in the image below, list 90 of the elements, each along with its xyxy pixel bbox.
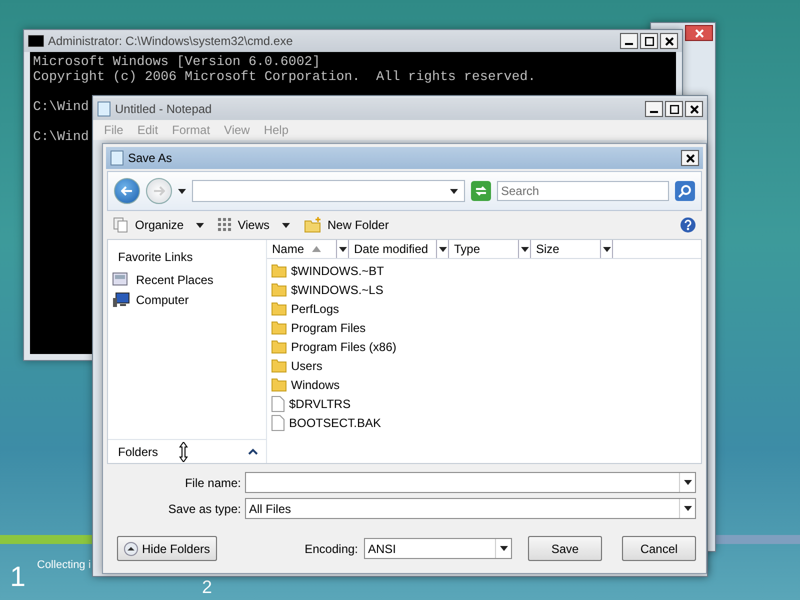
folder-icon [271,320,287,335]
new-folder-icon [304,217,322,233]
folder-icon [271,282,287,297]
refresh-button[interactable] [471,181,491,201]
close-button[interactable] [685,101,703,117]
close-icon [690,104,698,114]
folder-list-entry[interactable]: PerfLogs [271,299,697,318]
column-header[interactable]: Type [449,240,531,258]
notepad-icon [110,150,124,166]
step-number: 2 [202,578,212,596]
encoding-combo[interactable]: ANSI [364,538,512,559]
folder-list-entry[interactable]: Program Files [271,318,697,337]
search-button[interactable] [675,181,695,201]
folder-list-entry[interactable]: $DRVLTRS [271,394,697,413]
favorite-link[interactable]: Recent Places [108,270,266,290]
document-icon [271,396,285,412]
search-icon [678,184,692,198]
folder-icon [271,358,287,373]
column-header[interactable]: Size [531,240,613,258]
history-caret-icon [178,188,186,194]
folder-list-entry[interactable]: Users [271,356,697,375]
caret-icon [450,188,458,194]
console-line: C:\Wind [33,129,89,144]
pages-icon [113,217,129,233]
grid-icon [218,218,232,232]
toolbar-button[interactable]: Views [218,218,290,232]
folder-list-entry[interactable]: BOOTSECT.BAK [271,413,697,432]
folder-list-entry[interactable]: Windows [271,375,697,394]
favorite-link[interactable]: Computer [108,290,266,310]
caret-icon [684,506,692,511]
close-icon [686,154,694,162]
field-label: File name: [184,476,241,490]
dialog-button[interactable]: Save [528,536,602,561]
dialog-button[interactable]: Cancel [622,536,696,561]
toolbar-button[interactable]: Organize [113,217,204,233]
forward-arrow-icon [153,186,165,196]
minimize-button[interactable] [620,33,638,49]
help-icon[interactable] [680,217,696,233]
minimize-button[interactable] [645,101,663,117]
close-button[interactable] [660,33,678,49]
chevron-icon [248,448,258,455]
folder-icon [271,377,287,392]
close-icon [664,36,674,46]
hide-folders-button[interactable]: Hide Folders [117,536,218,561]
notepad-icon [97,101,111,117]
back-arrow-icon [121,186,133,196]
close-button[interactable] [681,150,699,166]
column-header[interactable]: Date modified [349,240,449,258]
combo-field[interactable] [245,472,696,493]
folder-list-entry[interactable]: $WINDOWS.~BT [271,261,697,280]
back-button[interactable] [114,178,140,204]
document-icon [271,414,285,430]
folder-list-entry[interactable]: Program Files (x86) [271,337,697,356]
caret-icon [500,546,508,551]
caret-icon [196,222,204,228]
toolbar-button[interactable]: New Folder [304,217,389,233]
console-line: Copyright (c) 2006 Microsoft Corporation. All rights reserved. [33,69,536,84]
folder-icon [271,301,287,316]
folder-icon [271,339,287,354]
field-label: Save as type: [167,502,241,516]
maximize-icon [644,36,654,46]
dialog-title: Save As [128,151,174,165]
close-button[interactable] [685,25,713,41]
encoding-label: Encoding: [304,542,358,556]
computer-icon [112,292,130,308]
search-field[interactable]: Search [497,181,669,201]
window-title: Untitled - Notepad [115,102,213,116]
console-line: C:\Wind [33,99,89,114]
step-number: 1 [10,563,26,591]
maximize-button[interactable] [640,33,658,49]
caret-icon [520,246,528,252]
close-icon [694,28,704,38]
console-icon [28,35,44,47]
favorite-links-heading: Favorite Links [117,249,194,266]
console-line: Microsoft Windows [Version 6.0.6002] [33,54,320,69]
folder-icon [271,263,287,278]
window-title: Administrator: C:\Windows\system32\cmd.exe [48,34,294,48]
folder-list-entry[interactable]: $WINDOWS.~LS [271,280,697,299]
caret-icon [602,246,610,252]
column-header[interactable]: Name [267,240,349,258]
maximize-icon [670,104,678,114]
recent-places-icon [112,272,130,288]
caret-icon [438,246,446,252]
caret-icon [282,222,290,228]
refresh-icon [474,185,488,197]
caret-icon [338,246,346,252]
maximize-button[interactable] [665,101,683,117]
caret-icon [684,480,692,485]
combo-field[interactable]: All Files [245,498,696,519]
step-label: Collecting i [37,559,91,571]
